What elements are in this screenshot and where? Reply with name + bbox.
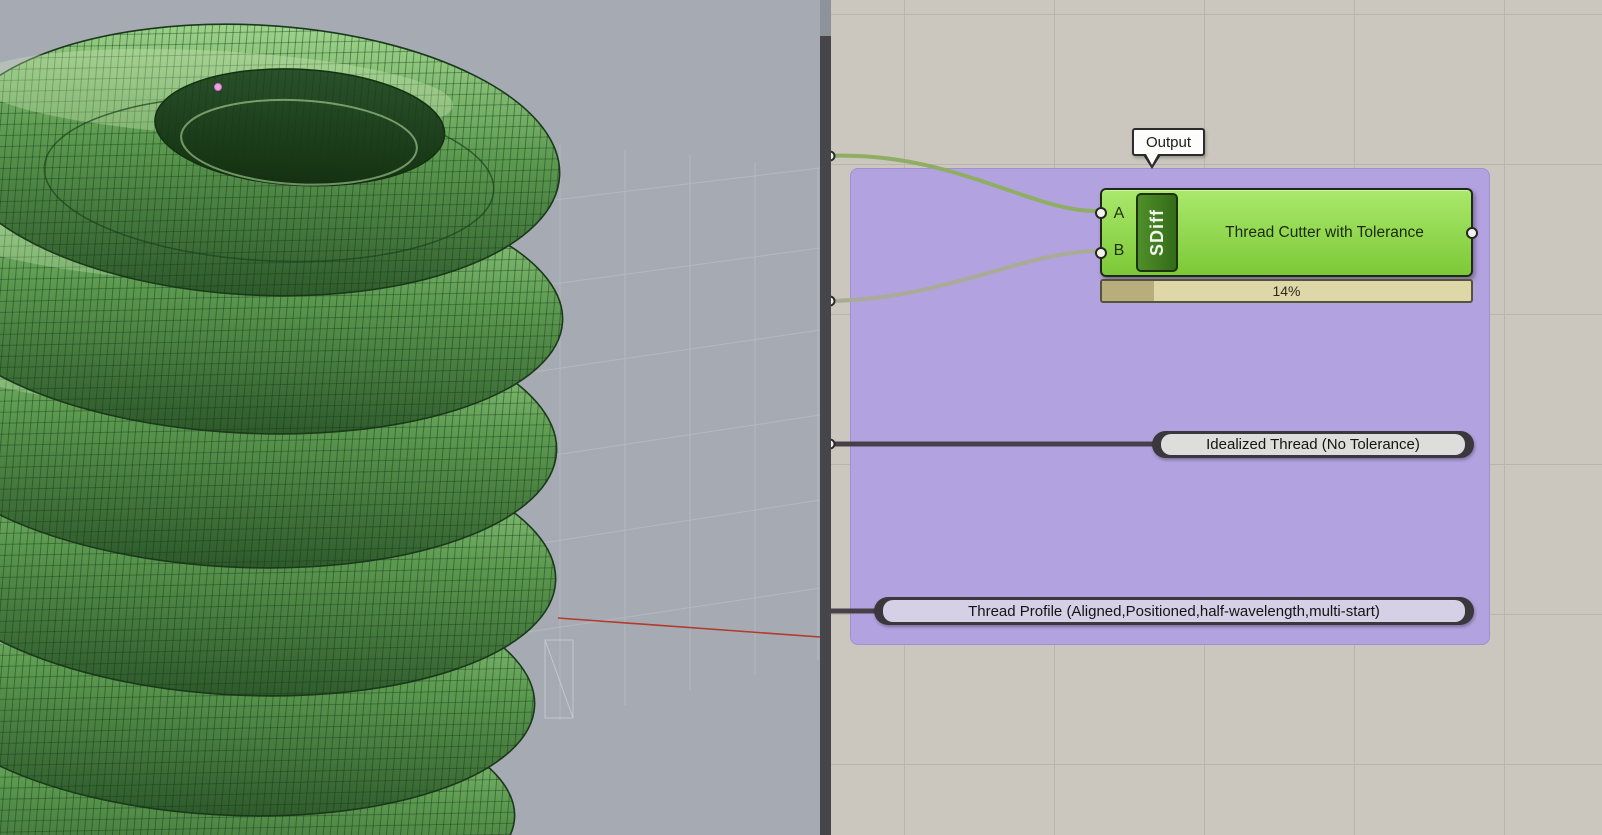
output-callout: Output bbox=[1132, 128, 1206, 156]
edge-port-icon[interactable] bbox=[831, 295, 836, 307]
wire-input-b[interactable] bbox=[831, 249, 1098, 303]
input-port-a-icon[interactable] bbox=[1095, 207, 1107, 219]
input-port-column: A B bbox=[1102, 190, 1136, 275]
divider-handle[interactable] bbox=[820, 0, 831, 36]
wire-layer bbox=[831, 150, 1156, 614]
param-pill-thread-profile[interactable]: Thread Profile (Aligned,Positioned,half-… bbox=[874, 597, 1474, 625]
param-pill-idealized-thread[interactable]: Idealized Thread (No Tolerance) bbox=[1152, 431, 1474, 458]
profiler-bar: 14% bbox=[1100, 279, 1473, 303]
construction-box bbox=[544, 639, 574, 719]
wire-input-a[interactable] bbox=[831, 153, 1098, 214]
rhino-viewport[interactable] bbox=[0, 0, 820, 835]
callout-tail-inner bbox=[1146, 154, 1158, 165]
point-marker[interactable] bbox=[214, 83, 222, 91]
pill-label: Thread Profile (Aligned,Positioned,half-… bbox=[883, 600, 1465, 622]
output-port-icon[interactable] bbox=[1466, 227, 1478, 239]
component-name: Thread Cutter with Tolerance bbox=[1225, 223, 1424, 241]
edge-port-icon[interactable] bbox=[831, 438, 836, 450]
sdiff-component[interactable]: A B SDiff Thread Cutter with Tolerance bbox=[1095, 188, 1478, 277]
edge-port-icon[interactable] bbox=[831, 150, 836, 162]
output-callout-label: Output bbox=[1146, 133, 1192, 151]
thread-model[interactable] bbox=[0, 9, 569, 835]
viewport-render bbox=[0, 9, 820, 835]
app-window: Idealized Thread (No Tolerance) Thread P… bbox=[0, 0, 1602, 835]
pane-divider[interactable] bbox=[820, 0, 831, 835]
component-tab-label: SDiff bbox=[1146, 209, 1167, 256]
x-axis-line bbox=[557, 617, 820, 638]
progress-label: 14% bbox=[1272, 283, 1301, 299]
input-port-b-icon[interactable] bbox=[1095, 247, 1107, 259]
input-label-a: A bbox=[1113, 205, 1125, 223]
grasshopper-canvas[interactable]: Idealized Thread (No Tolerance) Thread P… bbox=[831, 0, 1602, 835]
pill-label: Idealized Thread (No Tolerance) bbox=[1161, 434, 1465, 455]
input-label-b: B bbox=[1113, 241, 1125, 259]
component-tab[interactable]: SDiff bbox=[1136, 193, 1178, 272]
